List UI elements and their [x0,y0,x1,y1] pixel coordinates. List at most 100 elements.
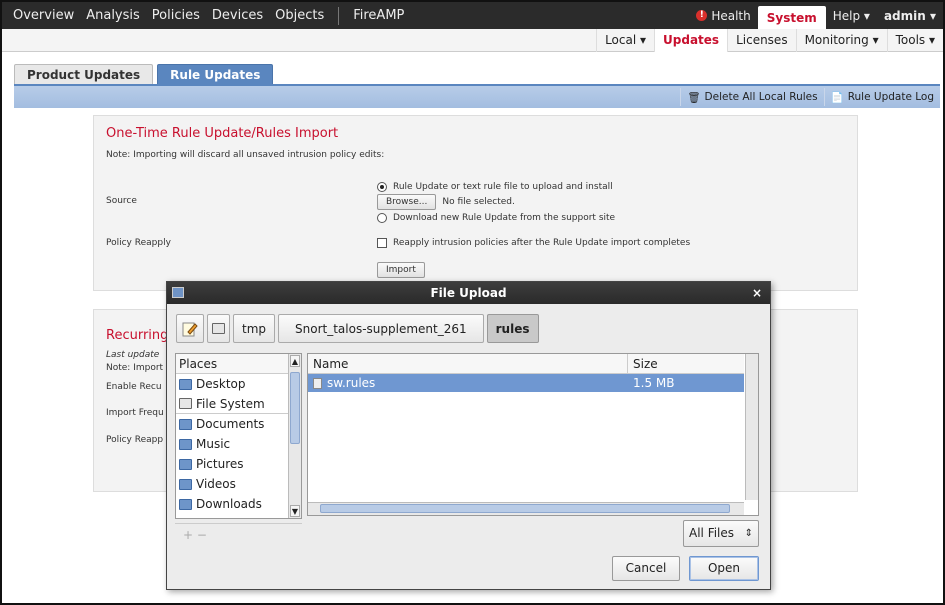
recurring-note: Note: Import [106,363,164,373]
health-link[interactable]: ! Health [689,9,757,23]
place-label: File System [196,396,265,411]
window-icon [172,287,184,298]
cancel-button[interactable]: Cancel [612,556,680,581]
open-button[interactable]: Open [689,556,759,581]
folder-icon [179,478,192,490]
nav-overview[interactable]: Overview [2,8,80,23]
place-label: Videos [196,477,236,491]
scroll-thumb[interactable] [290,372,300,444]
last-update-text: Last update [106,350,160,360]
add-remove-bookmark[interactable]: + − [175,523,302,545]
places-scrollbar[interactable]: ▲ ▼ [288,354,301,518]
reapply-option[interactable]: Reapply intrusion policies after the Rul… [377,238,690,248]
browse-button[interactable]: Browse... [377,194,437,210]
delete-local-rules-button[interactable]: 🗑 Delete All Local Rules [680,88,823,106]
import-frequency-label: Import Frequ [106,408,164,418]
file-row[interactable]: sw.rules 1.5 MB [308,374,744,392]
page-tabs: Product Updates Rule Updates [14,64,277,84]
place-label: Music [196,437,231,451]
health-label: Health [711,8,751,23]
import-row: Import [377,262,425,278]
place-videos[interactable]: Videos [176,474,288,494]
trash-icon: 🗑 [687,91,701,104]
file-name-cell: sw.rules [308,374,628,392]
subnav-tools[interactable]: Tools ▾ [886,29,943,52]
sub-nav: Local ▾ Updates Licenses Monitoring ▾ To… [2,29,943,52]
file-list: Name Size sw.rules 1.5 MB [307,353,759,516]
place-downloads[interactable]: Downloads [176,494,288,514]
places-panel: Places Desktop File System Documents Mus… [175,353,302,519]
no-file-text: No file selected. [442,197,515,207]
path-crumb-tmp[interactable]: tmp [233,314,276,343]
path-crumb-rules[interactable]: rules [486,314,539,343]
column-size[interactable]: Size [628,354,658,373]
nav-divider [338,6,340,25]
folder-icon [179,438,192,450]
nav-objects[interactable]: Objects [269,8,330,23]
dialog-titlebar[interactable]: File Upload × [167,282,770,304]
scroll-up-icon[interactable]: ▲ [290,355,300,367]
updown-icon: ⇕ [744,528,753,539]
radio-upload-label: Rule Update or text rule file to upload … [393,182,613,192]
enable-recurring-label: Enable Recu [106,382,162,392]
log-icon: 📄 [830,91,844,104]
recurring-reapply-label: Policy Reapp [106,435,164,445]
subnav-local[interactable]: Local ▾ [596,29,654,52]
subnav-licenses[interactable]: Licenses [727,29,796,52]
nav-analysis[interactable]: Analysis [80,8,146,23]
source-upload-option[interactable]: Rule Update or text rule file to upload … [377,182,613,192]
nav-policies[interactable]: Policies [146,8,206,23]
tab-rule-updates[interactable]: Rule Updates [157,64,274,84]
close-icon[interactable]: × [752,282,762,304]
subnav-updates[interactable]: Updates [654,29,728,52]
path-drive-button[interactable] [207,314,230,343]
place-desktop[interactable]: Desktop [176,374,288,394]
place-pictures[interactable]: Pictures [176,454,288,474]
app-window: Overview Analysis Policies Devices Objec… [0,0,945,605]
import-button[interactable]: Import [377,262,425,278]
file-list-hscroll[interactable] [308,502,744,515]
import-panel-title: One-Time Rule Update/Rules Import [106,126,339,141]
scroll-down-icon[interactable]: ▼ [290,505,300,517]
drive-icon [212,323,225,334]
reapply-checkbox[interactable] [377,238,387,248]
column-name[interactable]: Name [308,354,628,373]
hscroll-thumb[interactable] [320,504,730,513]
system-tab[interactable]: System [757,6,826,29]
place-file-system[interactable]: File System [176,394,288,414]
file-icon [313,377,322,389]
rule-update-log-button[interactable]: 📄 Rule Update Log [823,88,940,106]
file-list-vscroll[interactable] [745,354,758,500]
help-menu[interactable]: Help ▾ [826,9,877,23]
place-music[interactable]: Music [176,434,288,454]
user-menu[interactable]: admin ▾ [877,9,943,23]
radio-download[interactable] [377,213,387,223]
radio-download-label: Download new Rule Update from the suppor… [393,213,616,223]
place-label: Desktop [196,377,246,391]
filter-value: All Files [689,526,735,540]
place-label: Documents [196,417,265,431]
place-documents[interactable]: Documents [176,414,288,434]
file-upload-dialog: File Upload × tmp Snort_talos-supplement… [166,281,771,590]
place-label: Pictures [196,457,244,471]
nav-fireamp[interactable]: FireAMP [347,8,410,23]
file-type-filter[interactable]: All Files ⇕ [683,520,759,547]
delete-local-rules-label: Delete All Local Rules [704,91,818,103]
alert-icon: ! [696,10,708,21]
folder-icon [179,458,192,470]
file-size: 1.5 MB [633,376,675,390]
radio-upload[interactable] [377,182,387,192]
pencil-icon [182,322,198,336]
subnav-monitoring[interactable]: Monitoring ▾ [795,29,887,52]
edit-path-button[interactable] [176,314,204,343]
recurring-panel-title: Recurring [106,328,169,343]
nav-devices[interactable]: Devices [206,8,269,23]
place-label: Downloads [196,497,262,511]
drive-icon [179,398,192,409]
folder-icon [179,378,192,390]
file-list-header: Name Size [308,354,744,374]
source-download-option[interactable]: Download new Rule Update from the suppor… [377,213,615,223]
import-panel: One-Time Rule Update/Rules Import Note: … [93,115,858,291]
path-crumb-snort[interactable]: Snort_talos-supplement_261 [278,314,484,343]
tab-product-updates[interactable]: Product Updates [14,64,154,84]
